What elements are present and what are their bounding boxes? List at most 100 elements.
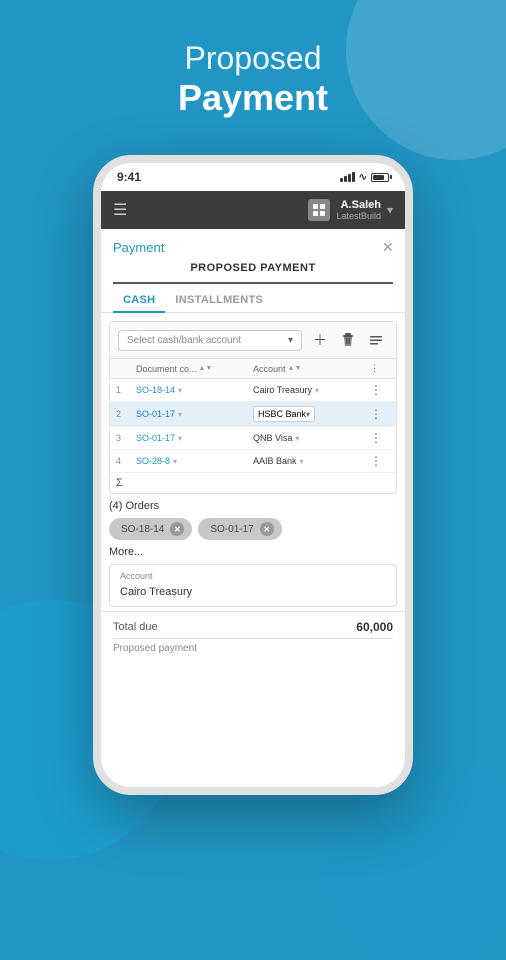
th-document: Document co... ▲▼ <box>136 363 253 374</box>
th-number <box>116 363 136 374</box>
doc-link[interactable]: SO-01-17 <box>136 409 175 419</box>
proposed-payment-label: Proposed payment <box>113 643 197 654</box>
account-dropdown-arrow: ▾ <box>306 410 310 419</box>
tab-installments[interactable]: INSTALLMENTS <box>165 286 273 312</box>
select-chevron: ▾ <box>288 335 293 346</box>
table-row[interactable]: 3 SO-01-17 ▾ QNB Visa ▾ ⋮ <box>110 427 396 450</box>
divider <box>113 638 393 639</box>
more-actions-button[interactable] <box>364 328 388 352</box>
status-bar: 9:41 ∿ <box>101 163 405 191</box>
app-topbar: ☰ A.Saleh LatestBuild ▾ <box>101 191 405 229</box>
proposed-payment-row: Proposed payment <box>113 643 393 654</box>
chip-remove-button[interactable]: ✕ <box>260 522 274 536</box>
total-due-row: Total due 60,000 <box>113 620 393 634</box>
account-selected-input[interactable]: HSBC Bank ▾ <box>253 406 315 422</box>
th-more: ⋮ <box>370 363 390 374</box>
user-dropdown-arrow[interactable]: ▾ <box>387 203 393 217</box>
row-options-button[interactable]: ⋮ <box>370 407 390 421</box>
account-tooltip: Account Cairo Treasury <box>109 564 397 607</box>
table-row[interactable]: 2 SO-01-17 ▾ HSBC Bank ▾ ⋮ <box>110 402 396 427</box>
section-title: PROPOSED PAYMENT <box>113 258 393 284</box>
account-cell: QNB Visa ▾ <box>253 433 370 443</box>
delete-row-button[interactable] <box>336 328 360 352</box>
chip-label: SO-18-14 <box>121 524 164 535</box>
total-due-label: Total due <box>113 621 158 633</box>
table-header: Document co... ▲▼ Account ▲▼ ⋮ <box>110 359 396 379</box>
table-row[interactable]: 1 SO-18-14 ▾ Cairo Treasury ▾ ⋮ <box>110 379 396 402</box>
sort-icon-doc: ▲▼ <box>199 365 213 372</box>
account-name: Cairo Treasury <box>253 385 312 395</box>
payment-header: Payment × <box>101 229 405 258</box>
row-options-button[interactable]: ⋮ <box>370 454 390 468</box>
doc-cell: SO-01-17 ▾ <box>136 433 253 443</box>
row-more-icon: ⋮ <box>370 363 379 374</box>
doc-cell: SO-18-14 ▾ <box>136 385 253 395</box>
account-expand-arrow: ▾ <box>315 386 319 395</box>
username: A.Saleh <box>336 199 381 211</box>
total-section: Total due 60,000 Proposed payment <box>101 611 405 662</box>
doc-link[interactable]: SO-01-17 <box>136 433 175 443</box>
user-info: A.Saleh LatestBuild <box>336 199 381 221</box>
cash-table: Select cash/bank account ▾ ＋ <box>109 321 397 494</box>
build-name: LatestBuild <box>336 211 381 221</box>
row-options-button[interactable]: ⋮ <box>370 383 390 397</box>
tooltip-label: Account <box>120 571 386 581</box>
select-placeholder: Select cash/bank account <box>127 335 241 346</box>
row-number: 3 <box>116 433 136 443</box>
row-number: 4 <box>116 456 136 466</box>
doc-link[interactable]: SO-18-14 <box>136 385 175 395</box>
account-name: QNB Visa <box>253 433 292 443</box>
clock: 9:41 <box>117 170 141 184</box>
chip-label: SO-01-17 <box>210 524 253 535</box>
row-number: 1 <box>116 385 136 395</box>
total-due-value: 60,000 <box>356 620 393 634</box>
tab-cash[interactable]: CASH <box>113 286 165 312</box>
doc-cell: SO-01-17 ▾ <box>136 409 253 419</box>
sigma-row: Σ <box>110 473 396 493</box>
row-options-button[interactable]: ⋮ <box>370 431 390 445</box>
select-bar: Select cash/bank account ▾ ＋ <box>110 322 396 359</box>
orders-section: (4) Orders SO-18-14 ✕ SO-01-17 ✕ More... <box>101 494 405 564</box>
cash-account-select[interactable]: Select cash/bank account ▾ <box>118 330 302 351</box>
chip-remove-button[interactable]: ✕ <box>170 522 184 536</box>
account-cell: AAIB Bank ▾ <box>253 456 370 466</box>
battery-icon <box>371 173 389 182</box>
status-icons: ∿ <box>340 172 389 183</box>
account-cell: Cairo Treasury ▾ <box>253 385 370 395</box>
table-row[interactable]: 4 SO-28-8 ▾ AAIB Bank ▾ ⋮ <box>110 450 396 473</box>
account-cell: HSBC Bank ▾ <box>253 406 370 422</box>
tooltip-value: Cairo Treasury <box>120 586 192 598</box>
signal-icon <box>340 172 355 182</box>
table-actions: ＋ <box>308 328 388 352</box>
payment-back-link[interactable]: Payment <box>113 240 164 255</box>
doc-cell: SO-28-8 ▾ <box>136 456 253 466</box>
cell-expand-arrow: ▾ <box>178 410 182 419</box>
order-chip: SO-01-17 ✕ <box>198 518 281 540</box>
cell-expand-arrow: ▾ <box>178 434 182 443</box>
phone-content: Payment × PROPOSED PAYMENT CASH INSTALLM… <box>101 229 405 787</box>
add-row-button[interactable]: ＋ <box>308 328 332 352</box>
close-button[interactable]: × <box>382 237 393 258</box>
sort-icon-account: ▲▼ <box>288 365 302 372</box>
row-number: 2 <box>116 409 136 419</box>
account-name: HSBC Bank <box>258 409 306 419</box>
order-chip: SO-18-14 ✕ <box>109 518 192 540</box>
app-icon <box>308 199 330 221</box>
phone-frame: 9:41 ∿ ☰ A.Saleh Lat <box>93 155 413 795</box>
orders-count: (4) Orders <box>109 500 397 512</box>
page-header: Proposed Payment <box>0 40 506 119</box>
menu-icon[interactable]: ☰ <box>113 200 127 220</box>
cell-expand-arrow: ▾ <box>178 386 182 395</box>
payment-tabs: CASH INSTALLMENTS <box>101 286 405 313</box>
th-account: Account ▲▼ <box>253 363 370 374</box>
account-expand-arrow: ▾ <box>295 434 299 443</box>
account-expand-arrow: ▾ <box>300 457 304 466</box>
cell-expand-arrow: ▾ <box>173 457 177 466</box>
topbar-center: A.Saleh LatestBuild ▾ <box>308 199 393 221</box>
header-line1: Proposed <box>0 40 506 77</box>
doc-link[interactable]: SO-28-8 <box>136 456 170 466</box>
header-line2: Payment <box>0 77 506 119</box>
more-orders-link[interactable]: More... <box>109 546 397 558</box>
account-name: AAIB Bank <box>253 456 297 466</box>
order-chips: SO-18-14 ✕ SO-01-17 ✕ <box>109 518 397 540</box>
